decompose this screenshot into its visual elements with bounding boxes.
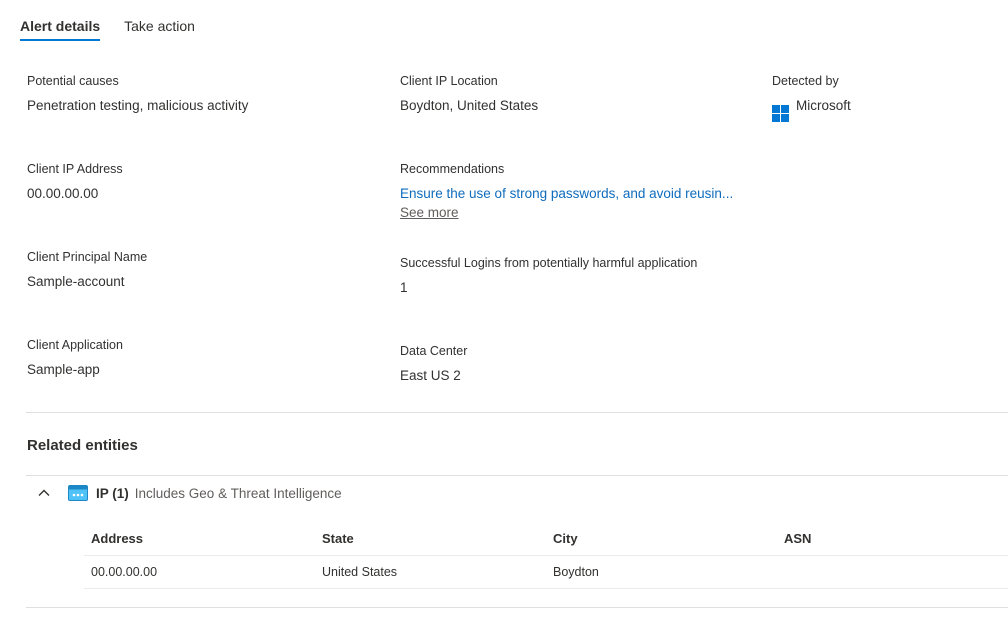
cell-asn xyxy=(777,556,1008,588)
client-application-label: Client Application xyxy=(27,338,123,352)
client-ip-location-value: Boydton, United States xyxy=(400,98,539,113)
ip-group-name: IP (1) xyxy=(96,485,129,501)
related-entities-title: Related entities xyxy=(27,437,138,454)
potential-causes-value: Penetration testing, malicious activity xyxy=(27,98,249,113)
tab-alert-details[interactable]: Alert details xyxy=(20,0,101,44)
client-ip-location-label: Client IP Location xyxy=(400,74,498,88)
column-header-asn[interactable]: ASN xyxy=(777,522,1008,555)
ip-address-icon xyxy=(68,485,88,501)
successful-logins-field: Successful Logins from potentially harmf… xyxy=(400,255,697,297)
section-divider xyxy=(26,412,1008,413)
recommendations-field: Recommendations Ensure the use of strong… xyxy=(400,161,733,222)
potential-causes-label: Potential causes xyxy=(27,74,119,88)
tab-bar: Alert details Take action xyxy=(20,0,195,44)
cell-address: 00.00.00.00 xyxy=(91,565,158,579)
ip-group-header[interactable]: IP (1) Includes Geo & Threat Intelligenc… xyxy=(36,482,342,504)
detected-by-text: Microsoft xyxy=(796,98,851,113)
data-center-value: East US 2 xyxy=(400,368,461,383)
column-header-state[interactable]: State xyxy=(315,522,546,555)
successful-logins-label: Successful Logins from potentially harmf… xyxy=(400,256,698,270)
cell-state: United States xyxy=(322,565,398,579)
data-center-field: Data Center East US 2 xyxy=(400,343,467,385)
column-header-city[interactable]: City xyxy=(546,522,777,555)
client-application-field: Client Application Sample-app xyxy=(27,337,123,379)
ip-entities-table: Address State City ASN 00.00.00.00 Unite… xyxy=(84,522,1008,589)
client-ip-address-value: 00.00.00.00 xyxy=(27,186,99,201)
cell-city: Boydton xyxy=(553,565,599,579)
table-header-row: Address State City ASN xyxy=(84,522,1008,556)
see-more-link[interactable]: See more xyxy=(400,204,733,222)
successful-logins-value: 1 xyxy=(400,280,408,295)
client-application-value: Sample-app xyxy=(27,362,100,377)
microsoft-logo-icon xyxy=(772,105,789,122)
client-principal-name-field: Client Principal Name Sample-account xyxy=(27,249,147,291)
column-header-address[interactable]: Address xyxy=(84,522,315,555)
detected-by-value: Microsoft xyxy=(772,97,851,122)
table-row[interactable]: 00.00.00.00 United States Boydton xyxy=(84,556,1008,589)
client-principal-name-value: Sample-account xyxy=(27,274,125,289)
client-principal-name-label: Client Principal Name xyxy=(27,250,148,264)
chevron-up-icon[interactable] xyxy=(36,485,52,501)
related-entities-divider xyxy=(26,475,1008,476)
potential-causes-field: Potential causes Penetration testing, ma… xyxy=(27,73,248,115)
recommendations-label: Recommendations xyxy=(400,162,505,176)
detected-by-label: Detected by xyxy=(772,74,839,88)
detected-by-field: Detected by Microsoft xyxy=(772,73,851,122)
recommendations-link[interactable]: Ensure the use of strong passwords, and … xyxy=(400,185,733,203)
ip-group-description: Includes Geo & Threat Intelligence xyxy=(134,485,342,501)
data-center-label: Data Center xyxy=(400,344,468,358)
tab-take-action[interactable]: Take action xyxy=(124,0,195,44)
client-ip-address-field: Client IP Address 00.00.00.00 xyxy=(27,161,123,203)
client-ip-address-label: Client IP Address xyxy=(27,162,123,176)
bottom-divider xyxy=(26,607,1008,608)
client-ip-location-field: Client IP Location Boydton, United State… xyxy=(400,73,538,115)
